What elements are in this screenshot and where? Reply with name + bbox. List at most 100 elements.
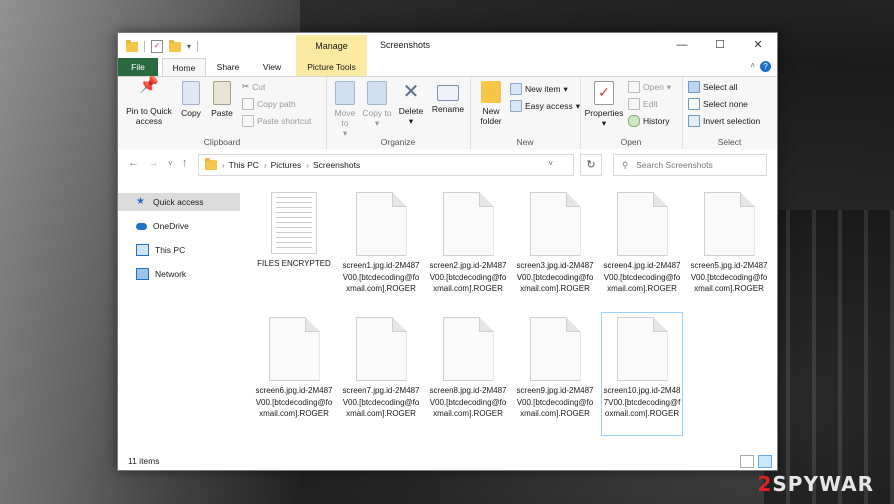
file-item[interactable]: screen5.jpg.id-2M487V00.[btcdecoding@fox…	[689, 188, 769, 295]
computer-icon	[136, 244, 149, 256]
file-item[interactable]: screen2.jpg.id-2M487V00.[btcdecoding@fox…	[428, 188, 508, 295]
file-item[interactable]: FILES ENCRYPTED	[254, 188, 334, 270]
select-none-icon	[688, 98, 700, 110]
tab-file[interactable]: File	[118, 58, 158, 76]
new-item-button[interactable]: New item ▾	[510, 83, 568, 95]
delete-button[interactable]: ✕ Delete ▾	[396, 81, 426, 126]
move-to-icon	[335, 81, 355, 105]
edit-button[interactable]: Edit	[628, 98, 658, 110]
invert-selection-icon	[688, 115, 700, 127]
nav-item-label: Network	[155, 269, 187, 279]
delete-label: Delete	[398, 106, 424, 116]
file-item[interactable]: screen3.jpg.id-2M487V00.[btcdecoding@fox…	[515, 188, 595, 295]
file-name: screen2.jpg.id-2M487V00.[btcdecoding@fox…	[429, 261, 507, 293]
breadcrumb-screenshots[interactable]: Screenshots	[313, 160, 360, 170]
tab-view[interactable]: View	[252, 58, 292, 76]
properties-check-icon: ✓	[594, 81, 614, 105]
minimize-button[interactable]: —	[663, 33, 701, 58]
file-name: screen6.jpg.id-2M487V00.[btcdecoding@fox…	[255, 386, 333, 418]
nav-item-quick-access[interactable]: ★ Quick access	[118, 193, 240, 211]
dropdown-icon: ▾	[563, 83, 568, 94]
address-dropdown-icon[interactable]: ˅	[548, 159, 553, 168]
manage-tab[interactable]: Manage	[296, 35, 367, 58]
select-all-label: Select all	[703, 82, 738, 92]
collapse-ribbon-icon[interactable]: ˄	[750, 61, 755, 70]
breadcrumb-this-pc[interactable]: This PC	[229, 160, 259, 170]
file-item[interactable]: screen7.jpg.id-2M487V00.[btcdecoding@fox…	[341, 313, 421, 420]
history-button[interactable]: History	[628, 115, 669, 127]
new-group-label: New	[516, 137, 534, 147]
recent-locations-chevron-icon[interactable]: ˅	[168, 159, 173, 168]
nav-item-this-pc[interactable]: This PC	[118, 241, 240, 259]
paste-shortcut-button[interactable]: Paste shortcut	[242, 115, 311, 127]
breadcrumb-separator-icon: ›	[306, 160, 309, 170]
rename-button[interactable]: Rename	[430, 81, 466, 114]
help-icon[interactable]: ?	[760, 61, 771, 72]
forward-arrow-icon[interactable]: →	[148, 157, 159, 169]
new-folder-icon	[481, 81, 501, 103]
up-arrow-icon[interactable]: ↑	[182, 157, 188, 169]
move-to-button[interactable]: Move to ▾	[330, 81, 360, 138]
separator	[197, 41, 199, 52]
invert-selection-button[interactable]: Invert selection	[688, 115, 760, 127]
file-name: screen7.jpg.id-2M487V00.[btcdecoding@fox…	[342, 386, 420, 418]
file-item-selected[interactable]: screen10.jpg.id-2M487V00.[btcdecoding@fo…	[601, 312, 683, 436]
details-view-icon[interactable]	[740, 455, 754, 468]
paste-label: Paste	[211, 108, 233, 118]
open-icon	[628, 81, 640, 93]
large-icons-view-icon[interactable]	[758, 455, 772, 468]
title-bar: ✓ ▾ Manage Screenshots — ☐ ✕	[118, 33, 777, 58]
file-item[interactable]: screen6.jpg.id-2M487V00.[btcdecoding@fox…	[254, 313, 334, 420]
copy-to-button[interactable]: Copy to ▾	[362, 81, 392, 128]
dropdown-icon: ▾	[374, 118, 380, 128]
nav-item-onedrive[interactable]: OneDrive	[118, 217, 240, 235]
quick-access-toolbar: ✓ ▾	[126, 39, 199, 53]
back-arrow-icon[interactable]: ←	[128, 157, 139, 169]
select-all-button[interactable]: Select all	[688, 81, 738, 93]
open-button[interactable]: Open ▾	[628, 81, 671, 93]
search-icon: ⚲	[622, 159, 629, 170]
customize-toolbar-icon[interactable]: ▾	[187, 42, 191, 51]
paste-button[interactable]: Paste	[208, 81, 236, 118]
copy-path-button[interactable]: Copy path	[242, 98, 296, 110]
tab-picture-tools[interactable]: Picture Tools	[296, 58, 367, 76]
edit-icon	[628, 98, 640, 110]
nav-item-label: OneDrive	[153, 221, 189, 231]
pin-label: Pin to Quick access	[126, 106, 172, 126]
properties-check-icon[interactable]: ✓	[151, 40, 163, 53]
open-group-label: Open	[620, 137, 642, 147]
refresh-button[interactable]: ↻	[580, 154, 602, 176]
status-bar: 11 items	[118, 453, 777, 470]
new-folder-icon[interactable]	[169, 39, 181, 52]
clipboard-group-label: Clipboard	[203, 137, 241, 147]
dropdown-icon: ▾	[601, 118, 607, 128]
new-group: New folder New item ▾ Easy access ▾ New	[470, 77, 581, 149]
select-none-label: Select none	[703, 99, 748, 109]
nav-item-network[interactable]: Network	[118, 265, 240, 283]
select-group-label: Select	[717, 137, 742, 147]
select-none-button[interactable]: Select none	[688, 98, 748, 110]
file-item[interactable]: screen1.jpg.id-2M487V00.[btcdecoding@fox…	[341, 188, 421, 295]
new-folder-button[interactable]: New folder	[474, 81, 508, 126]
rename-label: Rename	[431, 104, 465, 114]
breadcrumb-separator-icon: ›	[222, 160, 225, 170]
file-item[interactable]: screen9.jpg.id-2M487V00.[btcdecoding@fox…	[515, 313, 595, 420]
item-count: 11 items	[128, 456, 160, 466]
background-keyboard	[764, 210, 894, 504]
easy-access-button[interactable]: Easy access ▾	[510, 100, 580, 112]
tab-home[interactable]: Home	[162, 58, 206, 78]
copy-button[interactable]: Copy	[178, 81, 204, 118]
folder-icon[interactable]	[126, 39, 138, 52]
navigation-pane: ★ Quick access OneDrive This PC Network	[118, 188, 240, 453]
file-item[interactable]: screen8.jpg.id-2M487V00.[btcdecoding@fox…	[428, 313, 508, 420]
breadcrumb-pictures[interactable]: Pictures	[271, 160, 302, 170]
tab-share[interactable]: Share	[208, 58, 248, 76]
search-box[interactable]: ⚲ Search Screenshots	[613, 154, 767, 176]
properties-button[interactable]: ✓ Properties ▾	[582, 81, 626, 128]
cut-button[interactable]: ✂ Cut	[242, 81, 265, 92]
address-bar[interactable]: › This PC › Pictures › Screenshots ˅	[198, 154, 574, 176]
file-item[interactable]: screen4.jpg.id-2M487V00.[btcdecoding@fox…	[602, 188, 682, 295]
close-button[interactable]: ✕	[739, 33, 777, 58]
maximize-button[interactable]: ☐	[701, 33, 739, 58]
pin-to-quick-access-button[interactable]: 📌 Pin to Quick access	[122, 78, 176, 127]
